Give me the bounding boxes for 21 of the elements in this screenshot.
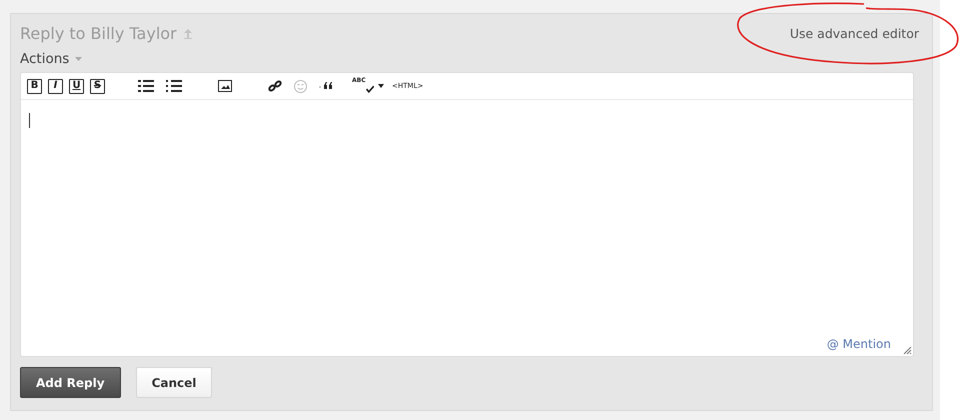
format-button[interactable]: S [90, 78, 105, 94]
quote-icon[interactable] [319, 82, 335, 90]
reply-title: Reply to Billy Taylor [20, 23, 177, 45]
cancel-button[interactable]: Cancel [136, 367, 212, 398]
caret-icon [378, 84, 384, 88]
chain-link-icon[interactable] [268, 80, 282, 92]
format-button[interactable]: I [48, 78, 63, 94]
editor-field[interactable]: @ Mention [21, 100, 913, 356]
image-icon[interactable] [218, 80, 232, 92]
add-reply-button[interactable]: Add Reply [20, 367, 121, 398]
actions-menu[interactable]: Actions [20, 50, 82, 68]
check-mark-icon [366, 84, 374, 94]
mention-link[interactable]: @ Mention [826, 335, 891, 353]
caret-icon [75, 57, 82, 61]
resize-grip-icon[interactable] [903, 346, 912, 355]
format-button[interactable]: B [27, 78, 42, 94]
format-button[interactable]: U [69, 78, 84, 94]
advanced-editor-link[interactable]: Use advanced editor [790, 24, 919, 44]
bulleted-list-icon[interactable] [138, 80, 154, 92]
numbered-list-icon[interactable] [166, 80, 182, 92]
text-cursor [29, 113, 30, 128]
